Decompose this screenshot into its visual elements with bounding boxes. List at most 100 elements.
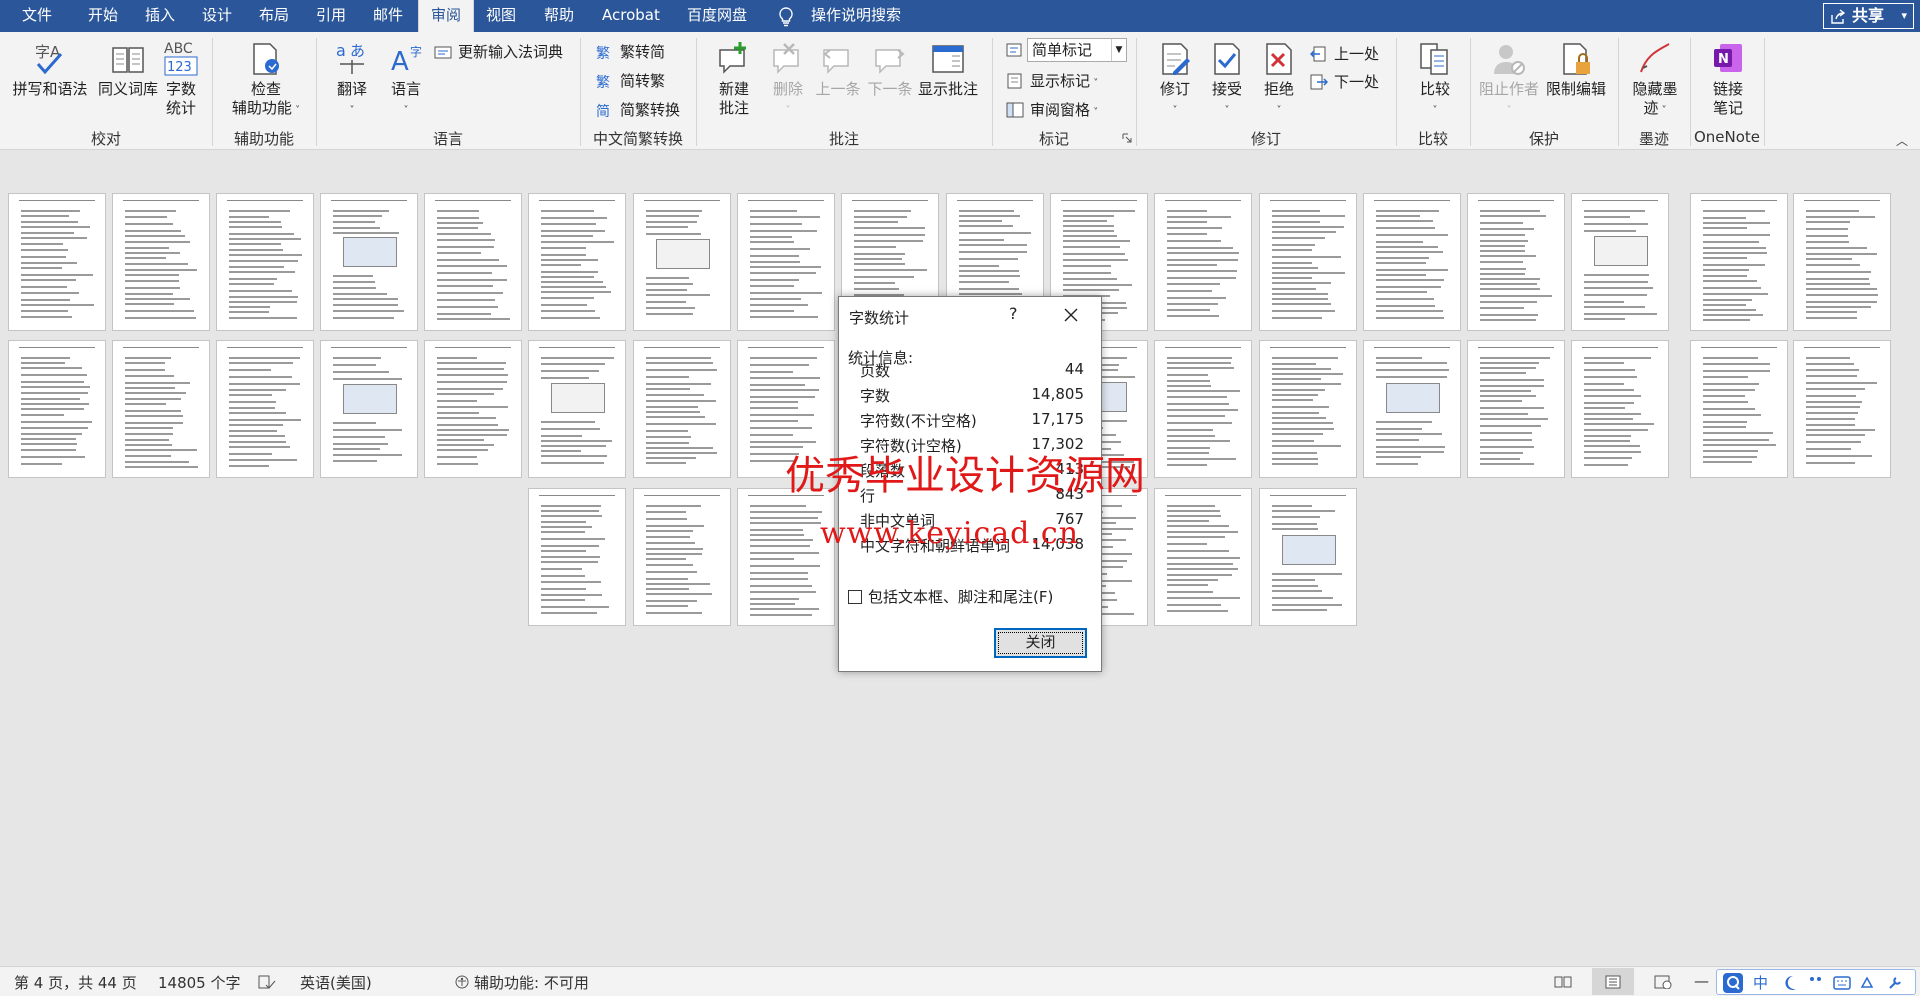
collapse-ribbon-icon[interactable]: ︿	[1896, 132, 1908, 149]
page-thumbnail[interactable]	[112, 340, 210, 478]
skin-icon[interactable]	[1859, 975, 1875, 991]
hide-ink-button[interactable]: 隐藏墨 迹 ˅	[1626, 40, 1684, 120]
tab-help[interactable]: 帮助	[541, 0, 577, 32]
dialog-launcher-icon[interactable]	[1122, 133, 1132, 143]
markup-display-select[interactable]: 简单标记 ▼	[1027, 38, 1127, 62]
print-layout-icon[interactable]	[1604, 975, 1622, 989]
page-thumbnail[interactable]	[1690, 340, 1788, 478]
block-authors-button[interactable]: 阻止作者 ˅	[1478, 40, 1540, 120]
page-thumbnail[interactable]	[1154, 340, 1252, 478]
ime-mode-indicator[interactable]: 中	[1753, 972, 1768, 993]
page-thumbnail[interactable]	[216, 340, 314, 478]
accept-button[interactable]: 接受 ˅	[1202, 40, 1252, 120]
page-thumbnail[interactable]	[1467, 193, 1565, 331]
half-width-moon-icon[interactable]	[1783, 975, 1797, 991]
tab-mailings[interactable]: 邮件	[370, 0, 406, 32]
tab-review[interactable]: 审阅	[418, 0, 475, 34]
page-thumbnail[interactable]	[216, 193, 314, 331]
tab-design[interactable]: 设计	[199, 0, 235, 32]
new-comment-button[interactable]: 新建 批注	[710, 40, 758, 118]
page-thumbnail[interactable]	[1571, 340, 1669, 478]
checkbox-box[interactable]	[848, 590, 862, 604]
accessibility-icon[interactable]	[453, 975, 471, 989]
page-thumbnail[interactable]	[320, 193, 418, 331]
page-indicator[interactable]: 第 4 页，共 44 页	[14, 972, 137, 993]
page-thumbnail[interactable]	[737, 488, 835, 626]
restrict-editing-button[interactable]: 限制编辑	[1544, 40, 1608, 99]
language-button[interactable]: A字 语言 ˅	[380, 40, 432, 120]
reviewing-pane-button[interactable]: 审阅窗格 ˅	[1006, 98, 1098, 122]
reject-button[interactable]: 拒绝 ˅	[1254, 40, 1304, 120]
spelling-grammar-button[interactable]: 字A 拼写和语法	[8, 40, 92, 99]
chinese-conversion-button[interactable]: 简 简繁转换	[596, 98, 680, 122]
page-thumbnail[interactable]	[528, 193, 626, 331]
keyboard-icon[interactable]	[1833, 976, 1851, 990]
word-count-button[interactable]: ABC 123 字数 统计	[160, 40, 202, 118]
close-button[interactable]: 关闭	[994, 628, 1087, 658]
page-thumbnail[interactable]	[1363, 340, 1461, 478]
page-thumbnail[interactable]	[1259, 193, 1357, 331]
previous-change-button[interactable]: 上一处	[1310, 42, 1379, 66]
previous-comment-button[interactable]: 上一条	[812, 40, 864, 99]
tab-layout[interactable]: 布局	[256, 0, 292, 32]
page-thumbnail[interactable]	[8, 340, 106, 478]
tab-references[interactable]: 引用	[313, 0, 349, 32]
page-thumbnail[interactable]	[1690, 193, 1788, 331]
simplified-to-traditional-button[interactable]: 繁 简转繁	[596, 69, 665, 93]
translate-button[interactable]: aあ 翻译 ˅	[328, 40, 376, 120]
tab-view[interactable]: 视图	[483, 0, 519, 32]
page-thumbnail[interactable]	[528, 340, 626, 478]
tab-baidu-netdisk[interactable]: 百度网盘	[684, 0, 750, 32]
page-thumbnail[interactable]	[1793, 193, 1891, 331]
ime-toolbar[interactable]: 中	[1716, 969, 1916, 995]
page-thumbnail[interactable]	[1571, 193, 1669, 331]
word-count-indicator[interactable]: 14805 个字	[158, 972, 241, 993]
tab-home[interactable]: 开始	[85, 0, 121, 32]
compare-button[interactable]: 比较 ˅	[1410, 40, 1460, 120]
show-markup-button[interactable]: 显示标记 ˅	[1006, 69, 1098, 93]
linked-notes-button[interactable]: N 链接 笔记	[1700, 40, 1756, 118]
page-thumbnail[interactable]	[1793, 340, 1891, 478]
proofing-status-icon[interactable]	[258, 975, 276, 989]
tab-acrobat[interactable]: Acrobat	[599, 0, 663, 32]
close-icon[interactable]	[1061, 305, 1081, 325]
page-thumbnail[interactable]	[1154, 193, 1252, 331]
page-thumbnail[interactable]	[1259, 488, 1357, 626]
sogou-ime-icon[interactable]	[1723, 973, 1743, 993]
page-thumbnail[interactable]	[424, 193, 522, 331]
tab-file[interactable]: 文件	[19, 0, 55, 32]
page-thumbnail[interactable]	[1363, 193, 1461, 331]
accessibility-indicator[interactable]: 辅助功能: 不可用	[474, 972, 589, 993]
check-accessibility-button[interactable]: 检查 辅助功能 ˅	[224, 40, 308, 120]
page-thumbnail[interactable]	[737, 193, 835, 331]
next-change-button[interactable]: 下一处	[1310, 70, 1379, 94]
page-thumbnail[interactable]	[633, 340, 731, 478]
punctuation-icon[interactable]	[1809, 976, 1823, 986]
track-changes-button[interactable]: 修订 ˅	[1150, 40, 1200, 120]
page-thumbnail[interactable]	[8, 193, 106, 331]
help-button[interactable]: ?	[1009, 304, 1018, 323]
page-thumbnail[interactable]	[112, 193, 210, 331]
include-textboxes-checkbox[interactable]: 包括文本框、脚注和尾注(F)	[848, 586, 1053, 607]
page-thumbnail[interactable]	[320, 340, 418, 478]
page-thumbnail[interactable]	[633, 488, 731, 626]
web-layout-icon[interactable]	[1654, 975, 1672, 989]
tab-insert[interactable]: 插入	[142, 0, 178, 32]
page-thumbnail[interactable]	[528, 488, 626, 626]
traditional-to-simplified-button[interactable]: 繁 繁转简	[596, 40, 665, 64]
read-mode-icon[interactable]	[1554, 975, 1572, 989]
thesaurus-button[interactable]: 同义词库	[92, 40, 164, 99]
language-indicator[interactable]: 英语(美国)	[300, 972, 372, 993]
delete-comment-button[interactable]: 删除 ˅	[764, 40, 812, 120]
page-thumbnail[interactable]	[1467, 340, 1565, 478]
page-thumbnail[interactable]	[1154, 488, 1252, 626]
share-button[interactable]: 共享 ▾	[1823, 3, 1914, 29]
page-thumbnail[interactable]	[633, 193, 731, 331]
next-comment-button[interactable]: 下一条	[864, 40, 916, 99]
zoom-out-button[interactable]: —	[1694, 972, 1709, 990]
show-comments-button[interactable]: 显示批注	[916, 40, 980, 99]
page-thumbnail[interactable]	[424, 340, 522, 478]
wrench-icon[interactable]	[1887, 975, 1903, 991]
page-thumbnail[interactable]	[1259, 340, 1357, 478]
update-ime-dictionary-button[interactable]: 更新输入法词典	[434, 40, 563, 64]
